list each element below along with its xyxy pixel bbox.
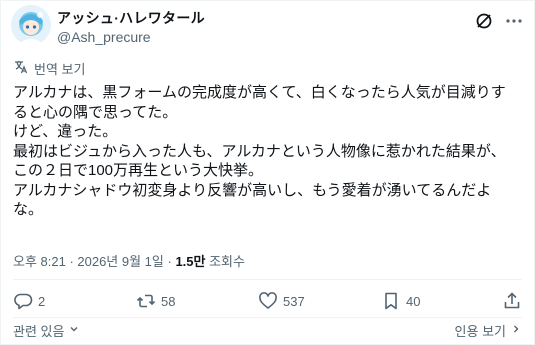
post-line: けど、違った。 [13, 123, 118, 140]
bookmark-button[interactable]: 40 [381, 291, 420, 311]
post-line: ると心の隅で思ってた。 [13, 103, 178, 121]
user-handle[interactable]: @Ash_precure [57, 28, 205, 46]
post-line: な。 [13, 201, 44, 218]
action-bar: 2 58 537 40 [13, 291, 522, 313]
post-line: 最初はビジュから入った人も、アルカナという人物像に惹かれた結果が、 [13, 142, 506, 160]
heart-icon [258, 291, 278, 311]
header-icons [474, 11, 524, 31]
repost-button[interactable]: 58 [136, 291, 175, 311]
reply-count: 2 [38, 293, 46, 309]
repost-icon [136, 291, 156, 311]
quotes-label: 인용 보기 [454, 324, 506, 339]
translate-label: 번역 보기 [34, 62, 86, 77]
post-line: この２日で100万再生という大快挙。 [13, 162, 264, 179]
author-names: アッシュ·ハレワタール @Ash_precure [57, 9, 205, 46]
post-text: アルカナは、黒フォームの完成度が高くて、白くなったら人気が目減りす ると心の隅で… [13, 83, 518, 220]
grok-icon[interactable] [474, 11, 494, 31]
reply-icon [13, 291, 33, 311]
views-label: 조회수 [205, 254, 245, 269]
bookmark-icon [381, 291, 401, 311]
chevron-right-icon [510, 323, 522, 338]
share-button[interactable] [502, 291, 522, 311]
divider [13, 279, 522, 280]
views-count: 1.5만 [175, 254, 206, 269]
quotes-link[interactable]: 인용 보기 [455, 321, 522, 340]
like-button[interactable]: 537 [258, 291, 305, 311]
post-line: アルカナシャドウ初変身より反響が高いし、もう愛着が湧いてるんだよ [13, 181, 492, 199]
post-meta: 오후 8:21 · 2026년 9월 1일 · 1.5만 조회수 [13, 251, 245, 270]
avatar-image [11, 5, 51, 45]
reply-button[interactable]: 2 [13, 291, 45, 311]
post-line: アルカナは、黒フォームの完成度が高くて、白くなったら人気が目減りす [13, 84, 506, 101]
bookmark-count: 40 [406, 293, 421, 309]
display-name[interactable]: アッシュ·ハレワタール [57, 9, 205, 27]
post-card: アッシュ·ハレワタール @Ash_precure 번역 보기 アルカナは、黒フォ… [0, 0, 535, 345]
like-count: 537 [283, 293, 305, 309]
translate-link[interactable]: 번역 보기 [13, 59, 85, 78]
related-link[interactable]: 관련 있음 [13, 321, 80, 340]
post-header: アッシュ·ハレワタール @Ash_precure [11, 5, 524, 55]
divider [13, 317, 522, 318]
translate-icon [13, 59, 29, 78]
share-icon [502, 291, 522, 311]
related-label: 관련 있음 [13, 324, 65, 339]
more-options-icon[interactable] [504, 11, 524, 31]
repost-count: 58 [161, 293, 176, 309]
post-datetime[interactable]: 오후 8:21 · 2026년 9월 1일 · [13, 254, 175, 269]
chevron-down-icon [68, 323, 80, 338]
avatar[interactable] [11, 5, 51, 45]
